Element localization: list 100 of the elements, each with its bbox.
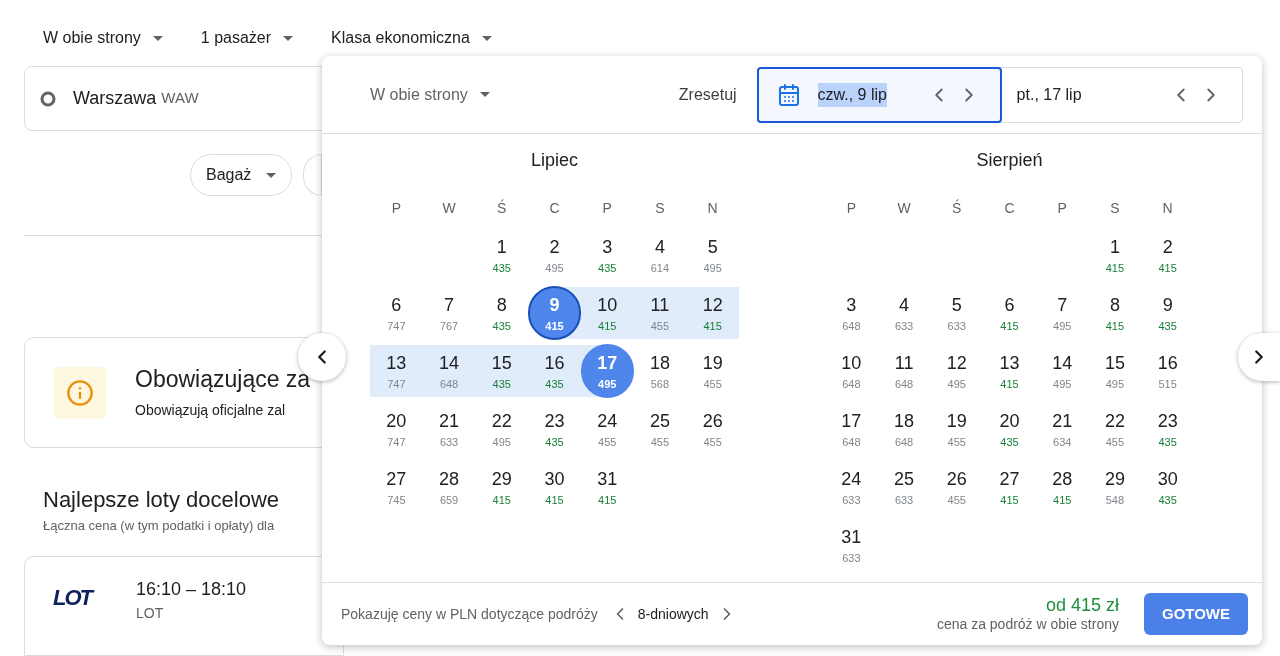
day-number: 23 (1157, 409, 1178, 432)
calendar-day[interactable]: 29 415 (475, 460, 529, 514)
calendar-day[interactable]: 21 634 (1035, 402, 1089, 456)
calendar-day[interactable]: 25 633 (877, 460, 931, 514)
calendar-day[interactable]: 9 415 (528, 286, 581, 340)
day-number: 8 (1109, 293, 1120, 316)
day-number: 29 (1104, 467, 1125, 490)
calendar-day[interactable]: 28 659 (422, 460, 476, 514)
section-heading: Najlepsze loty docelowe (43, 485, 281, 514)
calendar-day[interactable]: 10 648 (825, 344, 878, 398)
day-number: 18 (894, 409, 915, 432)
calendar-day[interactable]: 2 415 (1141, 228, 1194, 282)
day-price: 455 (598, 434, 617, 449)
day-price: 633 (894, 492, 914, 507)
weekday-label: S (1109, 200, 1121, 216)
calendar-day[interactable]: 23 435 (1141, 402, 1194, 456)
calendar-day[interactable]: 30 435 (1141, 460, 1194, 514)
airline-name: LOT (136, 604, 165, 624)
calendar-day[interactable]: 30 415 (528, 460, 581, 514)
calendar-day[interactable]: 27 745 (370, 460, 423, 514)
weekday-label: C (1003, 200, 1016, 216)
day-number: 31 (597, 467, 618, 490)
caret-icon (479, 92, 490, 97)
day-price: 495 (1105, 376, 1125, 391)
calendar-day[interactable]: 18 648 (877, 402, 931, 456)
day-number: 19 (946, 409, 967, 432)
calendar-day[interactable]: 9 435 (1141, 286, 1194, 340)
calendar-day[interactable]: 31 415 (580, 460, 634, 514)
day-number: 3 (846, 293, 857, 316)
day-price: 415 (492, 492, 511, 507)
calendar-day[interactable]: 23 435 (528, 402, 581, 456)
calendar-day[interactable]: 25 455 (633, 402, 687, 456)
calendar-day[interactable]: 8 415 (1088, 286, 1142, 340)
day-number: 31 (841, 525, 862, 548)
calendar-day[interactable]: 18 568 (633, 344, 687, 398)
day-number: 27 (386, 467, 407, 490)
calendar-day[interactable]: 13 747 (370, 344, 423, 398)
dropdown-button[interactable]: 1 pasażer (200, 26, 294, 50)
calendar-day[interactable]: 24 633 (825, 460, 878, 514)
day-number: 23 (544, 409, 565, 432)
calendar-day[interactable]: 1 415 (1088, 228, 1142, 282)
dropdown-button[interactable]: W obie strony (43, 26, 163, 50)
calendar-day[interactable]: 8 435 (475, 286, 529, 340)
calendar-day[interactable]: 15 495 (1088, 344, 1142, 398)
calendar-day[interactable]: 19 455 (930, 402, 984, 456)
calendar-day[interactable]: 20 747 (370, 402, 423, 456)
day-price: 495 (703, 260, 722, 275)
calendar-day[interactable]: 10 415 (580, 286, 634, 340)
calendar-day[interactable]: 14 648 (422, 344, 476, 398)
day-price: 415 (1105, 260, 1125, 275)
day-price: 415 (545, 318, 564, 333)
day-number: 7 (444, 293, 455, 316)
calendar-day[interactable]: 3 435 (580, 228, 634, 282)
day-price: 415 (1000, 492, 1019, 507)
calendar-day[interactable]: 22 495 (475, 402, 529, 456)
calendar-day[interactable]: 31 633 (825, 518, 878, 572)
caret-icon (152, 35, 163, 41)
calendar-day[interactable]: 11 455 (633, 286, 687, 340)
dropdown-button[interactable]: Klasa ekonomiczna (331, 26, 492, 50)
calendar-day[interactable]: 7 495 (1035, 286, 1089, 340)
calendar-day[interactable]: 16 515 (1141, 344, 1194, 398)
calendar-day[interactable]: 4 614 (633, 228, 687, 282)
calendar-day[interactable]: 5 633 (930, 286, 984, 340)
calendar-day[interactable]: 29 548 (1088, 460, 1142, 514)
calendar-day[interactable]: 24 455 (580, 402, 634, 456)
calendar-day[interactable]: 6 747 (370, 286, 423, 340)
origin-code: WAW (161, 88, 199, 109)
calendar-day[interactable]: 7 767 (422, 286, 476, 340)
done-button[interactable]: GOTOWE (1144, 593, 1248, 635)
day-price: 548 (1105, 492, 1125, 507)
calendar-day[interactable]: 12 495 (930, 344, 984, 398)
calendar-day[interactable]: 6 415 (983, 286, 1036, 340)
month-title: Lipiec (530, 149, 579, 172)
calendar-day[interactable]: 28 415 (1035, 460, 1089, 514)
trip-type-dropdown[interactable]: W obie strony (370, 82, 490, 107)
day-price: 435 (492, 260, 511, 275)
price-caption: cena za podróż w obie strony (936, 615, 1119, 633)
calendar-day[interactable]: 5 495 (686, 228, 739, 282)
calendar-day[interactable]: 21 633 (422, 402, 476, 456)
calendar-day[interactable]: 26 455 (930, 460, 984, 514)
calendar-day[interactable]: 27 415 (983, 460, 1036, 514)
day-number: 7 (1057, 293, 1068, 316)
day-number: 12 (946, 351, 967, 374)
calendar-day[interactable]: 3 648 (825, 286, 878, 340)
calendar-day[interactable]: 13 415 (983, 344, 1036, 398)
calendar-day[interactable]: 20 435 (983, 402, 1036, 456)
calendar-day[interactable]: 11 648 (877, 344, 931, 398)
calendar-day[interactable]: 2 495 (528, 228, 581, 282)
calendar-day[interactable]: 19 455 (686, 344, 739, 398)
calendar-day[interactable]: 16 435 (528, 344, 581, 398)
calendar-day[interactable]: 26 455 (686, 402, 739, 456)
calendar-day[interactable]: 4 633 (877, 286, 931, 340)
calendar-day[interactable]: 17 648 (825, 402, 878, 456)
calendar-day[interactable]: 14 495 (1035, 344, 1089, 398)
calendar-day[interactable]: 15 435 (475, 344, 529, 398)
day-number: 22 (1104, 409, 1125, 432)
reset-button[interactable]: Zresetuj (678, 82, 737, 107)
calendar-day[interactable]: 1 435 (475, 228, 529, 282)
calendar-day[interactable]: 12 415 (686, 286, 739, 340)
calendar-day[interactable]: 22 455 (1088, 402, 1142, 456)
